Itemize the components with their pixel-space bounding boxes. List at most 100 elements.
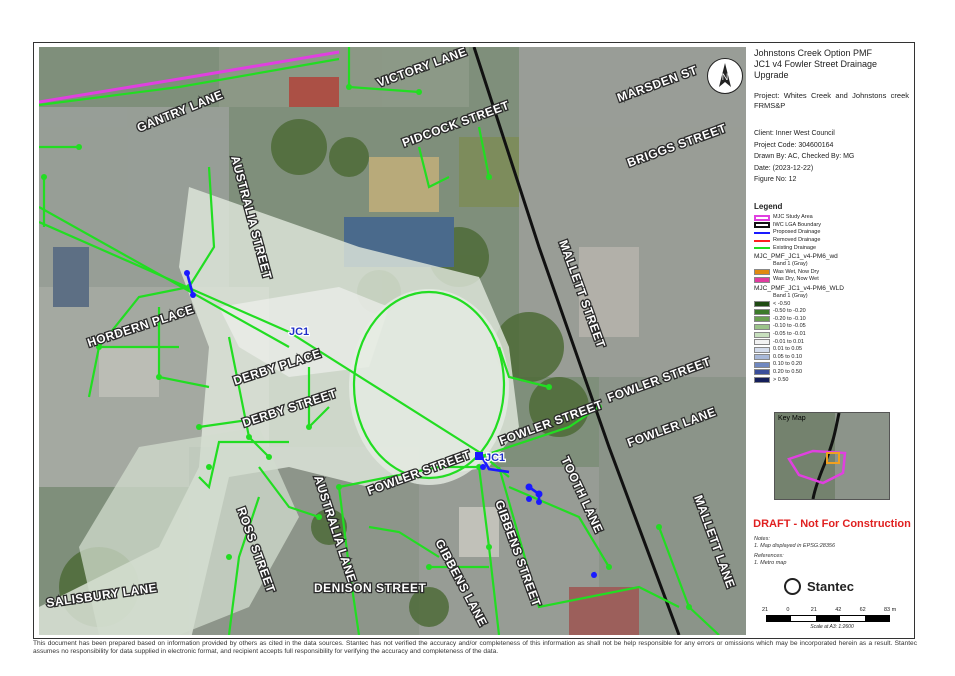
- title-line-1: Johnstons Creek Option PMF: [754, 48, 873, 58]
- legend-wld-item-3: -0.10 to -0.05: [754, 323, 909, 331]
- scale-tick-label: 0: [786, 607, 790, 613]
- legend-swatch: [754, 377, 770, 384]
- references-heading: References:: [754, 553, 784, 559]
- legend-symbol: [754, 231, 770, 234]
- north-arrow: N: [707, 58, 743, 94]
- legend-wld-item-10: > 0.50: [754, 376, 909, 384]
- draft-notice: DRAFT - Not For Construction: [753, 518, 911, 530]
- street-label-denison: DENISON STREET: [314, 581, 427, 595]
- legend-wld-item-0: < -0.50: [754, 300, 909, 308]
- title-block-panel: Johnstons Creek Option PMF JC1 v4 Fowler…: [748, 44, 912, 636]
- stantec-logo-icon: [784, 578, 801, 595]
- legend-swatch: [754, 308, 770, 315]
- scale-label: Scale at A3: 1:2600: [810, 624, 854, 630]
- legend-layer2-band: Band 1 (Gray): [773, 293, 808, 300]
- legend-symbol: [754, 247, 770, 250]
- legend-wld-item-6: 0.01 to 0.05: [754, 346, 909, 354]
- map-title: Johnstons Creek Option PMF JC1 v4 Fowler…: [754, 48, 909, 81]
- legend-wld-item-7: 0.05 to 0.10: [754, 354, 909, 362]
- legend-swatch: [754, 346, 770, 353]
- legend-wld-item-5: -0.01 to 0.01: [754, 338, 909, 346]
- legend-label: Proposed Drainage: [773, 229, 821, 236]
- legend-swatch: [754, 361, 770, 368]
- scale-ticks: 21 0 21 42 62 83 m: [762, 607, 902, 615]
- legend-wld-item-1: -0.50 to -0.20: [754, 308, 909, 316]
- jc1-label-lower: JC1: [485, 452, 505, 464]
- project-code: Project Code: 304600164: [754, 141, 834, 149]
- aerial-map: VICTORY LANE MARSDEN ST GANTRY LANE PIDC…: [39, 47, 746, 635]
- legend-label: Was Wet, Now Dry: [773, 268, 820, 275]
- legend-label: > 0.50: [773, 376, 789, 383]
- legend-label: Removed Drainage: [773, 237, 821, 244]
- project-info: Project: Whites Creek and Johnstons cree…: [754, 91, 909, 111]
- legend-swatch: [754, 331, 770, 338]
- key-map[interactable]: Key Map: [774, 412, 890, 500]
- scale-bar: 21 0 21 42 62 83 m Scale at A3: 1:2600: [762, 607, 902, 630]
- legend-label: Was Dry, Now Wet: [773, 276, 819, 283]
- legend-item-4: Existing Drainage: [754, 244, 909, 252]
- legend-swatch: [754, 276, 770, 283]
- legend-symbol: [754, 214, 770, 221]
- legend-swatch: [754, 339, 770, 346]
- legend-item-3: Removed Drainage: [754, 237, 909, 245]
- figure-no: Figure No: 12: [754, 176, 797, 183]
- disclaimer: This document has been prepared based on…: [33, 640, 917, 655]
- legend-swatch: [754, 323, 770, 330]
- meta-info: Client: Inner West Council Project Code:…: [754, 128, 909, 186]
- legend-heading: Legend: [754, 202, 783, 211]
- legend: Legend MJC Study Area IWC LGA Boundary Pro…: [754, 202, 909, 384]
- notes-block: Notes: 1. Map displayed in EPSG:28356 Re…: [754, 536, 835, 567]
- legend-label: -0.05 to -0.01: [773, 331, 806, 338]
- legend-item-1: IWC LGA Boundary: [754, 222, 909, 230]
- notes-heading: Notes:: [754, 536, 770, 542]
- legend-label: IWC LGA Boundary: [773, 221, 821, 228]
- stantec-logo: Stantec: [784, 578, 854, 595]
- scale-tick-label: 21: [810, 607, 817, 613]
- client: Client: Inner West Council: [754, 130, 835, 137]
- legend-swatch: [754, 269, 770, 276]
- north-arrow-icon: N: [719, 63, 731, 87]
- legend-swatch: [754, 301, 770, 308]
- legend-label: -0.10 to -0.05: [773, 323, 806, 330]
- scale-tick-label: 42: [835, 607, 842, 613]
- jc1-label-upper: JC1: [289, 326, 309, 338]
- title-line-2: JC1 v4 Fowler Street Drainage: [754, 59, 878, 69]
- project-label: Project:: [754, 91, 780, 100]
- legend-symbol: [754, 239, 770, 242]
- map-canvas[interactable]: VICTORY LANE MARSDEN ST GANTRY LANE PIDC…: [39, 47, 746, 635]
- drawn-by: Drawn By: AC, Checked By: MG: [754, 153, 855, 160]
- legend-label: -0.50 to -0.20: [773, 308, 806, 315]
- scale-tick-label: 62: [859, 607, 866, 613]
- date: Date: (2023-12-22): [754, 164, 814, 172]
- brand-name: Stantec: [807, 579, 854, 594]
- legend-label: 0.10 to 0.20: [773, 361, 803, 368]
- svg-text:N: N: [722, 72, 729, 82]
- key-map-label: Key Map: [778, 415, 806, 422]
- notes-text: 1. Map displayed in EPSG:28356: [754, 543, 836, 549]
- references-text: 1. Metro map: [754, 560, 787, 566]
- legend-label: 0.05 to 0.10: [773, 353, 803, 360]
- legend-wd-item-1: Was Dry, Now Wet: [754, 276, 909, 284]
- scale-tick-label: 83 m: [884, 607, 897, 613]
- legend-label: MJC Study Area: [773, 214, 813, 221]
- legend-label: 0.20 to 0.50: [773, 368, 803, 375]
- scale-bar-graphic: [766, 615, 890, 622]
- legend-wld-item-2: -0.20 to -0.10: [754, 316, 909, 324]
- legend-swatch: [754, 354, 770, 361]
- legend-wd-item-0: Was Wet, Now Dry: [754, 269, 909, 277]
- scale-tick-label: 21: [762, 607, 769, 613]
- legend-label: < -0.50: [773, 300, 791, 307]
- legend-symbol: [754, 222, 770, 229]
- legend-swatch: [754, 316, 770, 323]
- legend-label: -0.01 to 0.01: [773, 338, 804, 345]
- legend-label: -0.20 to -0.10: [773, 315, 806, 322]
- legend-label: Existing Drainage: [773, 244, 817, 251]
- legend-wld-item-4: -0.05 to -0.01: [754, 331, 909, 339]
- legend-swatch: [754, 369, 770, 376]
- key-map-image: [775, 413, 889, 499]
- legend-label: 0.01 to 0.05: [773, 346, 803, 353]
- legend-layer1-title: MJC_PMF_JC1_v4-PM6_wd: [754, 252, 838, 260]
- legend-layer1-band: Band 1 (Gray): [773, 261, 808, 268]
- legend-wld-item-9: 0.20 to 0.50: [754, 369, 909, 377]
- legend-layer2-title: MJC_PMF_JC1_v4-PM6_WLD: [754, 284, 844, 292]
